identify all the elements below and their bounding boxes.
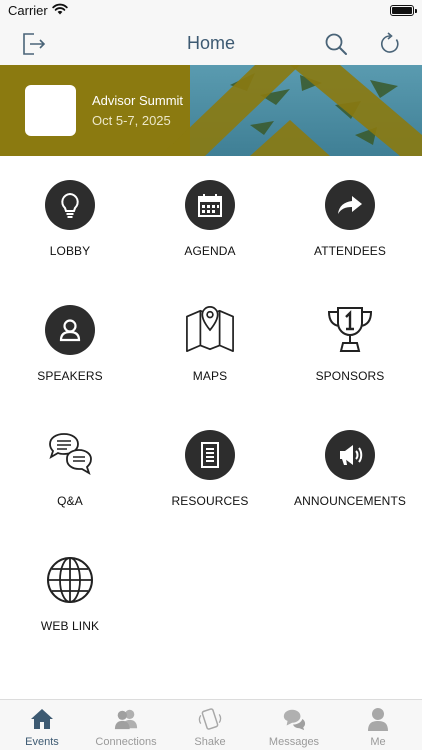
chat-bubbles-icon bbox=[49, 433, 92, 475]
home-icon bbox=[31, 709, 53, 729]
search-button[interactable] bbox=[320, 28, 352, 60]
tile-label: LOBBY bbox=[49, 244, 91, 258]
tile-label: SPONSORS bbox=[315, 369, 385, 383]
tile-label: AGENDA bbox=[184, 244, 236, 258]
tile-label: Q&A bbox=[57, 494, 83, 508]
tile-sponsors[interactable]: SPONSORS bbox=[285, 305, 415, 415]
wifi-icon bbox=[52, 3, 68, 15]
tab-messages[interactable]: Messages bbox=[252, 700, 336, 750]
tab-shake[interactable]: Shake bbox=[168, 700, 252, 750]
tile-label: MAPS bbox=[192, 369, 228, 383]
tab-label: Messages bbox=[268, 736, 320, 748]
tile-agenda[interactable]: AGENDA bbox=[145, 180, 275, 290]
tile-web-link[interactable]: WEB LINK bbox=[5, 555, 135, 665]
messages-icon bbox=[283, 709, 306, 731]
profile-icon bbox=[368, 708, 388, 731]
tile-speakers[interactable]: SPEAKERS bbox=[5, 305, 135, 415]
event-title: Advisor Summit bbox=[92, 93, 184, 108]
tile-resources[interactable]: RESOURCES bbox=[145, 430, 275, 540]
tab-label: Connections bbox=[95, 736, 157, 748]
map-icon bbox=[186, 306, 234, 353]
tab-events[interactable]: Events bbox=[0, 700, 84, 750]
battery-icon bbox=[390, 5, 417, 16]
tile-label: WEB LINK bbox=[40, 619, 100, 633]
carrier-label: Carrier bbox=[8, 3, 48, 18]
tile-maps[interactable]: MAPS bbox=[145, 305, 275, 415]
tile-label: SPEAKERS bbox=[37, 369, 103, 383]
people-icon bbox=[114, 709, 138, 730]
nav-bar: Home bbox=[0, 22, 422, 65]
tile-label: RESOURCES bbox=[171, 494, 249, 508]
megaphone-icon bbox=[340, 445, 363, 465]
tile-label: ATTENDEES bbox=[313, 244, 387, 258]
shake-phone-icon bbox=[198, 708, 222, 730]
event-logo bbox=[25, 85, 76, 136]
search-icon bbox=[325, 33, 347, 55]
calendar-icon bbox=[198, 194, 222, 217]
refresh-button[interactable] bbox=[374, 28, 406, 60]
refresh-icon bbox=[381, 32, 399, 53]
tab-me[interactable]: Me bbox=[336, 700, 420, 750]
event-banner[interactable]: Advisor Summit Oct 5-7, 2025 bbox=[0, 65, 422, 156]
tile-label: ANNOUNCEMENTS bbox=[294, 494, 406, 508]
event-dates: Oct 5-7, 2025 bbox=[92, 113, 171, 128]
document-icon bbox=[201, 442, 219, 468]
tile-announcements[interactable]: ANNOUNCEMENTS bbox=[285, 430, 415, 540]
status-bar: Carrier bbox=[0, 0, 422, 22]
tab-label: Events bbox=[25, 736, 59, 748]
person-icon bbox=[59, 319, 81, 342]
tile-qa[interactable]: Q&A bbox=[5, 430, 135, 540]
tab-connections[interactable]: Connections bbox=[84, 700, 168, 750]
tab-bar: Events Connections Shake Messages Me bbox=[0, 699, 422, 750]
lightbulb-icon bbox=[61, 192, 79, 218]
tab-label: Shake bbox=[194, 736, 226, 748]
globe-icon bbox=[47, 557, 93, 603]
share-arrow-icon bbox=[338, 196, 362, 214]
tile-lobby[interactable]: LOBBY bbox=[5, 180, 135, 290]
tab-label: Me bbox=[370, 736, 386, 748]
page-title: Home bbox=[186, 33, 235, 53]
tile-attendees[interactable]: ATTENDEES bbox=[285, 180, 415, 290]
trophy-icon bbox=[327, 307, 373, 352]
